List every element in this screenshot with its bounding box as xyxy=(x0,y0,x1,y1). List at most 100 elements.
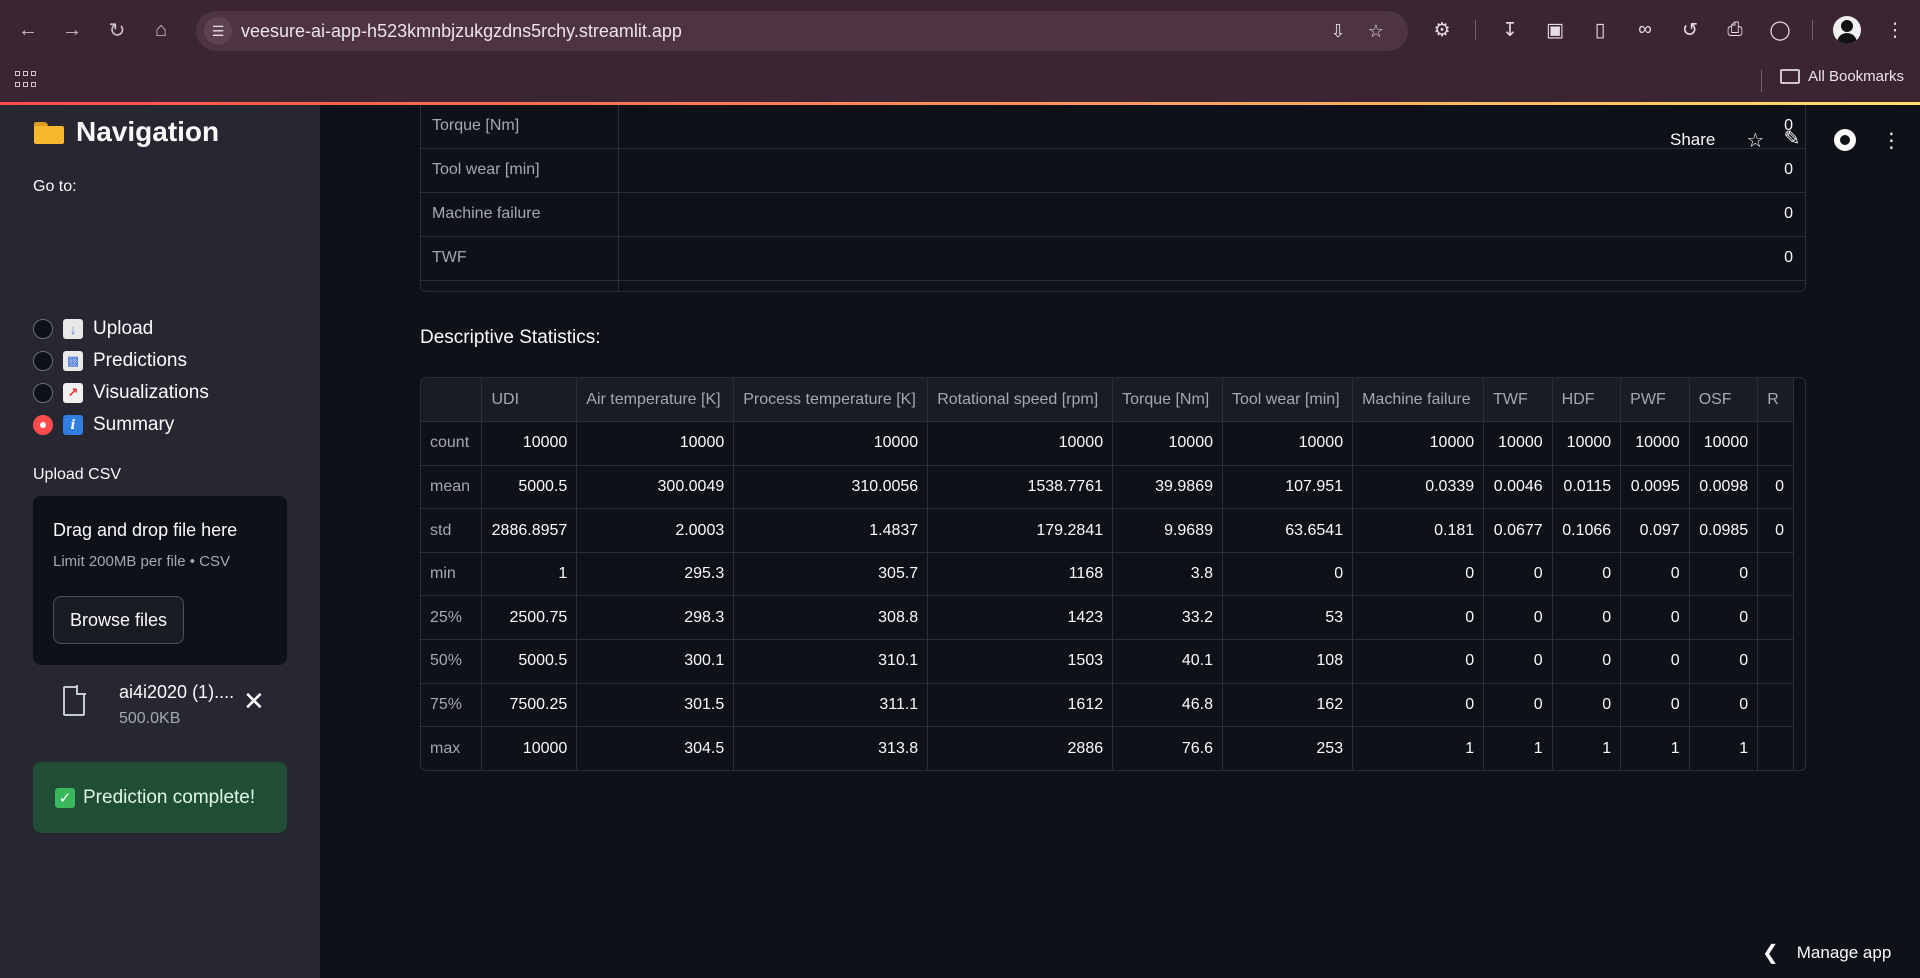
table-cell[interactable]: 0.0098 xyxy=(1689,465,1759,510)
file-dropzone[interactable]: Drag and drop file here Limit 200MB per … xyxy=(33,496,287,665)
table-cell[interactable]: 7500.25 xyxy=(481,683,578,728)
table-cell[interactable]: 0.0985 xyxy=(1689,508,1759,553)
table-cell[interactable]: 1 xyxy=(1620,726,1690,770)
apps-grid-icon[interactable] xyxy=(12,68,36,92)
nav-radio-predictions[interactable]: ▩ Predictions xyxy=(33,350,187,372)
column-header[interactable]: HDF xyxy=(1552,378,1622,423)
table-cell[interactable]: 300.1 xyxy=(576,639,735,684)
table-cell[interactable]: 0 xyxy=(1689,552,1759,597)
table-cell[interactable]: 63.6541 xyxy=(1222,508,1354,553)
table-cell[interactable]: 0 xyxy=(1352,552,1485,597)
table-cell[interactable]: 1168 xyxy=(927,552,1114,597)
column-header[interactable]: Torque [Nm] xyxy=(1112,378,1223,423)
table-cell[interactable]: 10000 xyxy=(1483,421,1553,466)
home-icon[interactable]: ⌂ xyxy=(143,12,179,48)
column-header[interactable]: Tool wear [min] xyxy=(1222,378,1354,423)
table-cell[interactable]: 295.3 xyxy=(576,552,735,597)
print-icon[interactable]: ⎙ xyxy=(1719,13,1751,47)
install-app-icon[interactable]: ⇩ xyxy=(1324,17,1352,45)
row-index[interactable]: 50% xyxy=(421,639,483,684)
table-cell[interactable]: 10000 xyxy=(1112,421,1223,466)
link-icon[interactable]: ∞ xyxy=(1629,13,1661,47)
index-header[interactable] xyxy=(421,378,483,423)
table-cell[interactable]: 0 xyxy=(1757,508,1794,553)
table-cell[interactable]: 2.0003 xyxy=(576,508,735,553)
table-cell[interactable]: 305.7 xyxy=(733,552,929,597)
table-cell[interactable] xyxy=(1757,552,1794,597)
table-cell[interactable]: 10000 xyxy=(733,421,929,466)
table-cell[interactable]: 10000 xyxy=(927,421,1114,466)
nav-radio-visualizations[interactable]: ↗ Visualizations xyxy=(33,382,209,404)
row-index[interactable]: 75% xyxy=(421,683,483,728)
manage-app-button[interactable]: ❮ Manage app xyxy=(1762,940,1891,965)
row-index[interactable]: count xyxy=(421,421,483,466)
browser-menu-icon[interactable]: ⋮ xyxy=(1879,13,1911,47)
table-cell[interactable]: 0 xyxy=(1483,552,1553,597)
table-cell[interactable]: 301.5 xyxy=(576,683,735,728)
table-cell[interactable]: 0.0677 xyxy=(1483,508,1553,553)
table-cell[interactable]: 40.1 xyxy=(1112,639,1223,684)
column-header[interactable]: Machine failure xyxy=(1352,378,1485,423)
table-cell[interactable]: 0 xyxy=(1352,595,1485,641)
column-header[interactable]: Air temperature [K] xyxy=(576,378,735,423)
extensions-icon[interactable]: ⚙ xyxy=(1426,13,1458,47)
table-cell[interactable]: 1503 xyxy=(927,639,1114,684)
site-info-icon[interactable]: ☰ xyxy=(204,17,232,45)
table-cell[interactable]: 0.1066 xyxy=(1552,508,1622,553)
table-cell[interactable]: 9.9689 xyxy=(1112,508,1223,553)
url-text[interactable]: veesure-ai-app-h523kmnbjzukgzdns5rchy.st… xyxy=(241,21,682,42)
nav-radio-upload[interactable]: ↓ Upload xyxy=(33,318,153,340)
row-index[interactable]: max xyxy=(421,726,483,770)
screenshot-icon[interactable]: ▣ xyxy=(1539,13,1571,47)
forward-icon[interactable]: → xyxy=(54,12,90,48)
profile-avatar[interactable] xyxy=(1833,16,1861,44)
table-cell[interactable]: 107.951 xyxy=(1222,465,1354,510)
table-cell[interactable]: 0 xyxy=(1689,639,1759,684)
table-cell[interactable]: 304.5 xyxy=(576,726,735,770)
table-cell[interactable]: 310.1 xyxy=(733,639,929,684)
table-cell[interactable]: 298.3 xyxy=(576,595,735,641)
table-cell[interactable]: 310.0056 xyxy=(733,465,929,510)
table-cell[interactable]: 0 xyxy=(1352,683,1485,728)
table-cell[interactable] xyxy=(1757,421,1794,466)
table-cell[interactable] xyxy=(1757,595,1794,641)
table-cell[interactable]: 53 xyxy=(1222,595,1354,641)
table-cell[interactable]: 3.8 xyxy=(1112,552,1223,597)
table-cell[interactable]: 313.8 xyxy=(733,726,929,770)
table-cell[interactable]: 2886 xyxy=(927,726,1114,770)
table-cell[interactable]: 0.181 xyxy=(1352,508,1485,553)
column-header[interactable]: UDI xyxy=(481,378,578,423)
table-cell[interactable]: 10000 xyxy=(576,421,735,466)
edit-pencil-icon[interactable]: ✎ xyxy=(1774,124,1810,152)
column-header[interactable]: Process temperature [K] xyxy=(733,378,929,423)
remove-file-icon[interactable]: ✕ xyxy=(243,688,265,714)
table-cell[interactable]: 0 xyxy=(1352,639,1485,684)
table-cell[interactable]: 10000 xyxy=(481,726,578,770)
table-cell[interactable]: 10000 xyxy=(1222,421,1354,466)
row-index[interactable]: mean xyxy=(421,465,483,510)
table-cell[interactable] xyxy=(1757,726,1794,770)
table-cell[interactable]: 0 xyxy=(1757,465,1794,510)
table-cell[interactable]: 311.1 xyxy=(733,683,929,728)
table-cell[interactable]: 1 xyxy=(1483,726,1553,770)
bookmark-star-icon[interactable]: ☆ xyxy=(1362,17,1390,45)
column-header[interactable]: TWF xyxy=(1483,378,1553,423)
table-cell[interactable]: 5000.5 xyxy=(481,639,578,684)
table-cell[interactable]: 10000 xyxy=(1620,421,1690,466)
share-button[interactable]: Share xyxy=(1670,130,1715,150)
radio-button[interactable] xyxy=(33,351,53,371)
table-cell[interactable]: 0.0046 xyxy=(1483,465,1553,510)
table-cell[interactable]: 0.0339 xyxy=(1352,465,1485,510)
table-cell[interactable]: 33.2 xyxy=(1112,595,1223,641)
browse-files-button[interactable]: Browse files xyxy=(53,596,184,644)
table-cell[interactable]: 1538.7761 xyxy=(927,465,1114,510)
back-icon[interactable]: ← xyxy=(10,12,46,48)
table-cell[interactable]: 0 xyxy=(1620,595,1690,641)
table-cell[interactable]: 0 xyxy=(1620,639,1690,684)
table-cell[interactable]: 0 xyxy=(1552,639,1622,684)
reload-icon[interactable]: ↻ xyxy=(99,12,135,48)
table-cell[interactable]: 0 xyxy=(1483,639,1553,684)
table-cell[interactable]: 179.2841 xyxy=(927,508,1114,553)
table-cell[interactable]: 0 xyxy=(1552,595,1622,641)
table-cell[interactable]: 162 xyxy=(1222,683,1354,728)
